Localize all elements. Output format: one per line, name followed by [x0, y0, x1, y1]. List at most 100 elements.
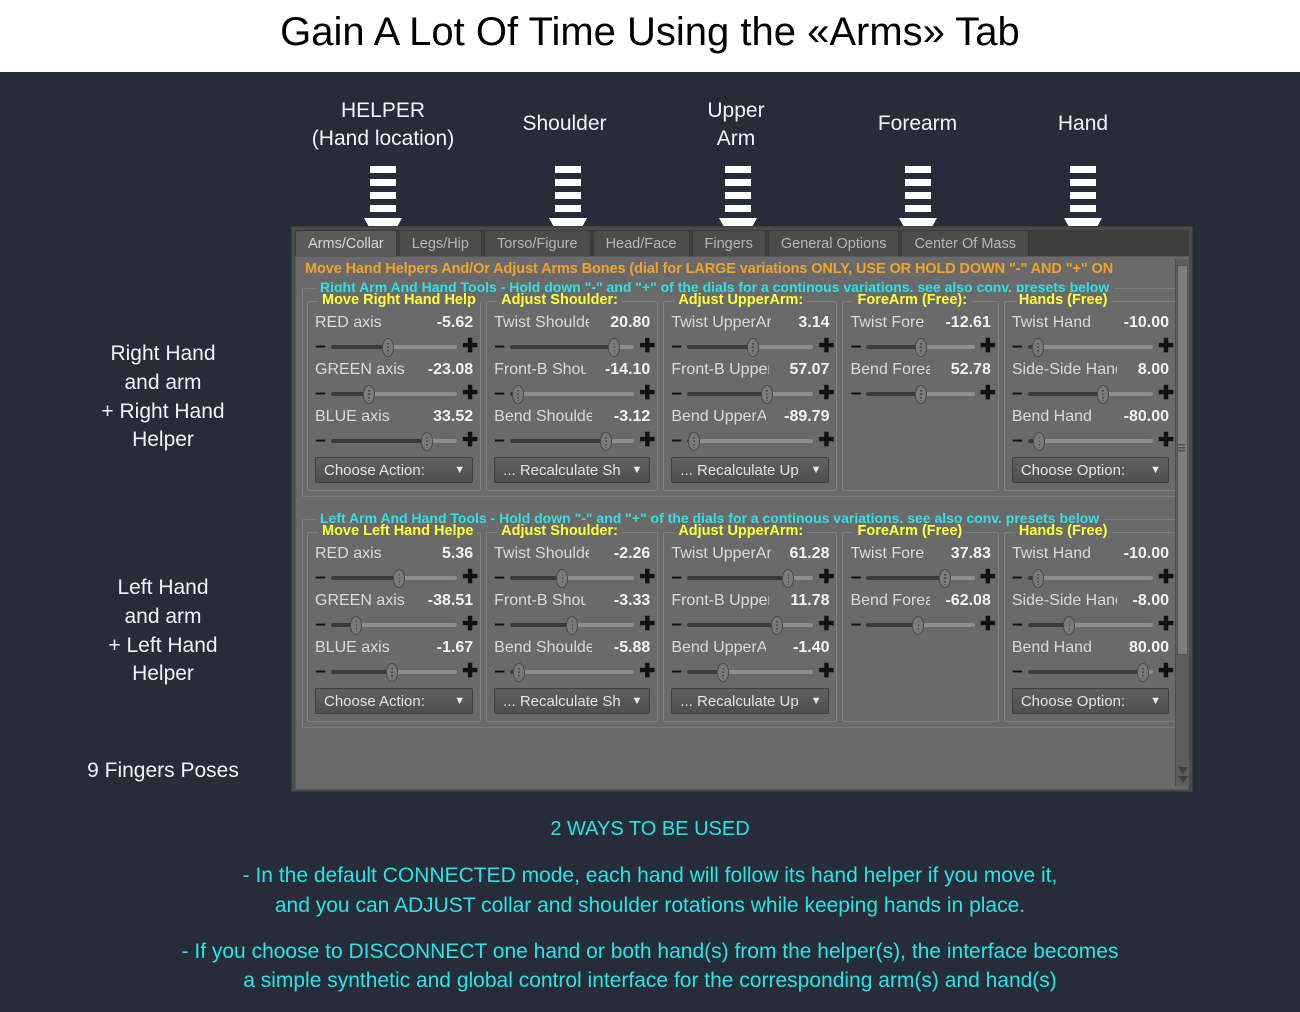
plus-button[interactable]: ✚: [1158, 662, 1174, 681]
scroll-down-arrow-icon[interactable]: [1178, 776, 1188, 783]
minus-button[interactable]: –: [671, 568, 683, 587]
plus-button[interactable]: ✚: [1158, 337, 1174, 356]
dropdown-recalculate-shoulder[interactable]: ... Recalculate Sh ▼: [494, 688, 651, 714]
slider-track[interactable]: [331, 616, 458, 635]
plus-button[interactable]: ✚: [462, 431, 478, 450]
minus-button[interactable]: –: [671, 384, 683, 403]
plus-button[interactable]: ✚: [818, 568, 834, 587]
plus-button[interactable]: ✚: [980, 568, 996, 587]
slider-track[interactable]: [1027, 663, 1153, 682]
plus-button[interactable]: ✚: [639, 384, 655, 403]
minus-button[interactable]: –: [494, 384, 505, 403]
minus-button[interactable]: –: [1012, 568, 1023, 587]
plus-button[interactable]: ✚: [818, 337, 834, 356]
plus-button[interactable]: ✚: [980, 337, 996, 356]
minus-button[interactable]: –: [1012, 431, 1023, 450]
plus-button[interactable]: ✚: [1158, 384, 1174, 403]
slider-track[interactable]: [331, 569, 458, 588]
minus-button[interactable]: –: [315, 568, 326, 587]
minus-button[interactable]: –: [850, 568, 862, 587]
plus-button[interactable]: ✚: [639, 662, 655, 681]
vertical-scrollbar[interactable]: [1175, 259, 1189, 786]
slider-track[interactable]: [510, 663, 635, 682]
plus-button[interactable]: ✚: [980, 615, 996, 634]
slider-track[interactable]: [1027, 569, 1153, 588]
minus-button[interactable]: –: [1012, 662, 1023, 681]
tab-center-of-mass[interactable]: Center Of Mass: [901, 230, 1029, 256]
slider-track[interactable]: [687, 385, 814, 404]
plus-button[interactable]: ✚: [818, 384, 834, 403]
minus-button[interactable]: –: [671, 337, 683, 356]
slider-track[interactable]: [687, 432, 814, 451]
scroll-up-arrow-icon[interactable]: [1178, 767, 1188, 774]
dropdown-recalculate-shoulder[interactable]: ... Recalculate Sh ▼: [494, 457, 651, 483]
slider-track[interactable]: [1027, 432, 1153, 451]
slider-track[interactable]: [331, 385, 458, 404]
plus-button[interactable]: ✚: [639, 568, 655, 587]
plus-button[interactable]: ✚: [639, 615, 655, 634]
minus-button[interactable]: –: [671, 662, 683, 681]
minus-button[interactable]: –: [671, 615, 683, 634]
tab-legs-hip[interactable]: Legs/Hip: [398, 230, 482, 256]
slider-track[interactable]: [866, 385, 975, 404]
slider-track[interactable]: [331, 663, 458, 682]
minus-button[interactable]: –: [850, 337, 862, 356]
minus-button[interactable]: –: [850, 615, 862, 634]
slider-track[interactable]: [510, 569, 635, 588]
minus-button[interactable]: –: [1012, 337, 1023, 356]
tab-fingers[interactable]: Fingers: [691, 230, 766, 256]
slider-track[interactable]: [687, 338, 814, 357]
slider-track[interactable]: [1027, 385, 1153, 404]
plus-button[interactable]: ✚: [462, 384, 478, 403]
minus-button[interactable]: –: [1012, 615, 1023, 634]
minus-button[interactable]: –: [494, 337, 505, 356]
minus-button[interactable]: –: [315, 615, 326, 634]
plus-button[interactable]: ✚: [980, 384, 996, 403]
tab-torso-figure[interactable]: Torso/Figure: [483, 230, 591, 256]
minus-button[interactable]: –: [315, 384, 326, 403]
minus-button[interactable]: –: [1012, 384, 1023, 403]
plus-button[interactable]: ✚: [1158, 615, 1174, 634]
slider-track[interactable]: [510, 432, 635, 451]
minus-button[interactable]: –: [494, 615, 505, 634]
slider-track[interactable]: [1027, 338, 1153, 357]
slider-track[interactable]: [1027, 616, 1153, 635]
plus-button[interactable]: ✚: [639, 337, 655, 356]
tab-head-face[interactable]: Head/Face: [592, 230, 690, 256]
dropdown-choose-action[interactable]: Choose Action: ▼: [315, 457, 474, 483]
minus-button[interactable]: –: [494, 431, 505, 450]
slider-track[interactable]: [866, 616, 975, 635]
plus-button[interactable]: ✚: [639, 431, 655, 450]
dropdown-recalculate-upperarm[interactable]: ... Recalculate Up ▼: [671, 688, 830, 714]
scrollbar-thumb[interactable]: [1177, 265, 1188, 655]
dropdown-choose-option[interactable]: Choose Option: ▼: [1011, 457, 1169, 483]
tab-arms-collar[interactable]: Arms/Collar: [295, 230, 397, 256]
plus-button[interactable]: ✚: [1158, 431, 1174, 450]
slider-track[interactable]: [510, 338, 635, 357]
plus-button[interactable]: ✚: [462, 662, 478, 681]
minus-button[interactable]: –: [315, 662, 326, 681]
plus-button[interactable]: ✚: [818, 431, 834, 450]
plus-button[interactable]: ✚: [1158, 568, 1174, 587]
dropdown-recalculate-upperarm[interactable]: ... Recalculate Up ▼: [671, 457, 830, 483]
slider-track[interactable]: [687, 616, 814, 635]
minus-button[interactable]: –: [494, 568, 505, 587]
minus-button[interactable]: –: [315, 431, 326, 450]
slider-track[interactable]: [866, 338, 975, 357]
slider-track[interactable]: [687, 569, 814, 588]
minus-button[interactable]: –: [671, 431, 683, 450]
plus-button[interactable]: ✚: [462, 568, 478, 587]
minus-button[interactable]: –: [315, 337, 326, 356]
slider-track[interactable]: [331, 432, 458, 451]
plus-button[interactable]: ✚: [818, 662, 834, 681]
tab-general-options[interactable]: General Options: [767, 230, 900, 256]
plus-button[interactable]: ✚: [818, 615, 834, 634]
plus-button[interactable]: ✚: [462, 337, 478, 356]
slider-track[interactable]: [687, 663, 814, 682]
slider-track[interactable]: [510, 385, 635, 404]
minus-button[interactable]: –: [494, 662, 505, 681]
minus-button[interactable]: –: [850, 384, 862, 403]
slider-track[interactable]: [331, 338, 458, 357]
dropdown-choose-option[interactable]: Choose Option: ▼: [1011, 688, 1169, 714]
dropdown-choose-action[interactable]: Choose Action: ▼: [315, 688, 474, 714]
